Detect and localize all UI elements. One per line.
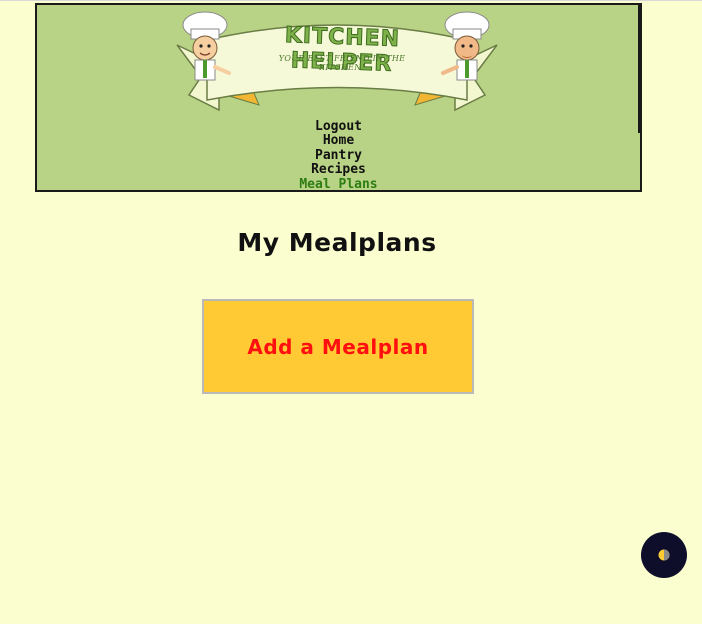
header-edge (638, 5, 640, 133)
theme-toggle-button[interactable] (641, 532, 687, 578)
add-mealplan-button[interactable]: Add a Mealplan (202, 299, 474, 394)
top-divider (0, 0, 702, 1)
site-header: KITCHEN HELPER YOUR BEST FRIEND IN THE K… (35, 3, 642, 192)
nav-logout[interactable]: Logout (37, 119, 640, 134)
site-logo[interactable]: KITCHEN HELPER YOUR BEST FRIEND IN THE K… (167, 5, 507, 123)
nav-recipes[interactable]: Recipes (37, 162, 640, 177)
nav-pantry[interactable]: Pantry (37, 148, 640, 163)
page-title: My Mealplans (237, 228, 437, 257)
main-nav: Logout Home Pantry Recipes Meal Plans (37, 119, 640, 192)
nav-home[interactable]: Home (37, 133, 640, 148)
nav-meal-plans[interactable]: Meal Plans (37, 177, 640, 192)
logo-subtitle: YOUR BEST FRIEND IN THE KITCHEN! (278, 54, 406, 72)
half-moon-contrast-icon (658, 549, 670, 561)
